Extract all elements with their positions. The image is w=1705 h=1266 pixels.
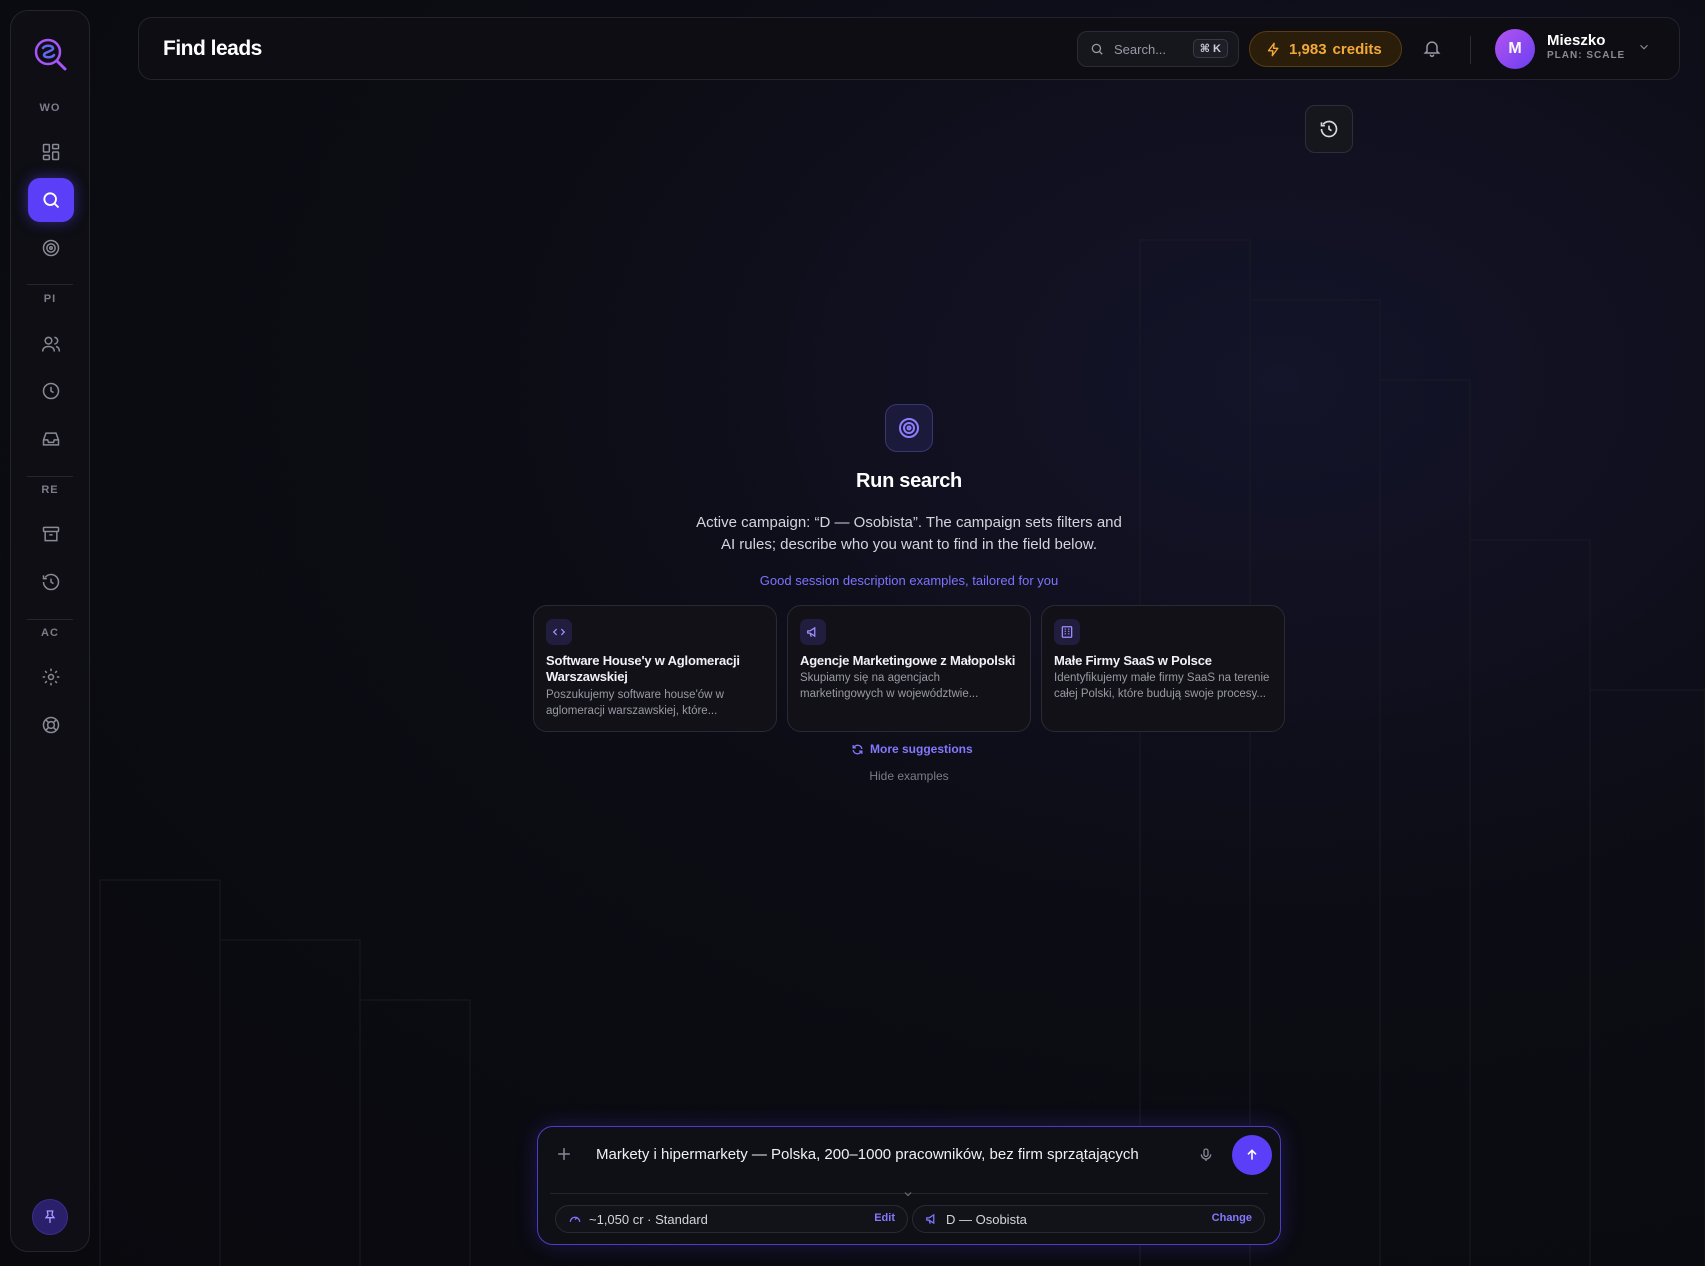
credits-label: credits [1332,40,1382,58]
target-icon [899,418,919,438]
avatar[interactable]: M [1495,29,1535,69]
sidebar-item-find-leads[interactable] [28,178,74,222]
clock-icon [42,382,60,400]
building-icon [1054,619,1080,645]
lifebuoy-icon [42,716,60,734]
sidebar: WO PI RE AC [10,10,90,1252]
archive-icon [42,526,60,542]
sidebar-pin-button[interactable] [32,1199,68,1235]
refresh-icon [852,744,863,754]
gauge-icon [569,1216,581,1223]
example-card-description: Skupiamy się na agencjach marketingowych… [800,672,979,700]
search-composer: ~1,050 cr · Standard Edit D — Osobista C… [537,1126,1281,1245]
sidebar-item-dashboard[interactable] [28,130,74,174]
megaphone-icon [926,1213,935,1225]
sidebar-item-support[interactable] [28,703,74,747]
sidebar-item-contacts[interactable] [28,322,74,366]
sidebar-item-activity[interactable] [28,369,74,413]
sidebar-divider [27,619,73,620]
send-button[interactable] [1232,1135,1272,1175]
sidebar-section-label: AC [41,627,59,639]
example-card[interactable]: Agencje Marketingowe z Małopolski Skupia… [787,605,1031,732]
search-description-input[interactable] [596,1141,1186,1167]
campaign-selector[interactable]: D — Osobista Change [912,1205,1265,1233]
example-card[interactable]: Software House'y w Aglomeracji Warszawsk… [533,605,777,732]
user-menu-toggle[interactable] [1637,40,1651,54]
chevron-down-icon [904,1192,912,1197]
sidebar-item-settings[interactable] [28,655,74,699]
example-card-description: Poszukujemy software house'ów w aglomera… [546,689,724,717]
hide-examples-link[interactable]: Hide examples [0,769,1705,783]
search-history-button[interactable] [1305,105,1353,153]
microphone-icon [1200,1148,1212,1161]
top-header: Find leads Search... ⌘ K 1,983 credits M… [138,17,1680,80]
search-icon [43,192,60,209]
change-campaign-button[interactable]: Change [1212,1212,1252,1224]
sidebar-divider [27,284,73,285]
search-icon [1091,43,1103,55]
run-search-description: Active campaign: “D — Osobista”. The cam… [696,514,1122,553]
voice-input-button[interactable] [1198,1147,1214,1163]
run-search-title: Run search [856,470,962,492]
more-suggestions-label: More suggestions [870,742,973,756]
examples-label: Good session description examples, tailo… [759,573,1059,588]
code-icon [546,619,572,645]
campaign-name: D — Osobista [946,1211,1027,1227]
example-card-title: Agencje Marketingowe z Małopolski [800,653,1016,668]
cost-selector[interactable]: ~1,050 cr · Standard Edit [555,1205,908,1233]
app-logo-icon[interactable] [29,33,73,77]
example-card-title: Software House'y w Aglomeracji Warszawsk… [546,653,740,684]
page-title: Find leads [163,37,262,60]
pin-icon [44,1210,56,1223]
chevron-down-icon [1640,44,1648,50]
example-card-description: Identyfikujemy małe firmy SaaS na tereni… [1054,672,1270,700]
edit-cost-button[interactable]: Edit [874,1212,895,1224]
history-icon [1320,120,1338,138]
search-placeholder: Search... [1114,41,1167,57]
user-name[interactable]: Mieszko [1547,32,1605,49]
user-plan: PLAN: SCALE [1547,50,1626,61]
more-suggestions-button[interactable]: More suggestions [851,742,973,756]
notifications-button[interactable] [1422,38,1442,58]
cost-value: ~1,050 cr · Standard [589,1211,708,1227]
arrow-up-icon [1247,1149,1257,1160]
example-card-title: Małe Firmy SaaS w Polsce [1054,653,1212,668]
bell-icon [1423,41,1441,58]
target-icon [42,239,60,257]
sidebar-item-campaigns[interactable] [28,226,74,270]
credits-badge[interactable]: 1,983 credits [1249,31,1402,67]
sidebar-item-archive[interactable] [28,512,74,556]
search-shortcut: ⌘ K [1192,39,1228,58]
sidebar-section-label: PI [43,293,57,305]
credits-value: 1,983 [1289,40,1327,58]
example-card[interactable]: Małe Firmy SaaS w Polsce Identyfikujemy … [1041,605,1285,732]
plus-icon [558,1148,570,1160]
inbox-icon [42,432,60,446]
global-search[interactable]: Search... ⌘ K [1077,31,1239,67]
header-divider [1470,36,1471,64]
collapse-toggle[interactable] [902,1188,914,1200]
dashboard-icon [42,143,60,161]
users-icon [41,336,61,352]
sidebar-section-label: WO [39,102,61,114]
megaphone-icon [800,619,826,645]
sidebar-item-inbox[interactable] [28,417,74,461]
attach-button[interactable] [554,1144,574,1164]
lightning-icon [1267,42,1279,56]
gear-icon [42,668,60,686]
run-search-icon-box [885,404,933,452]
